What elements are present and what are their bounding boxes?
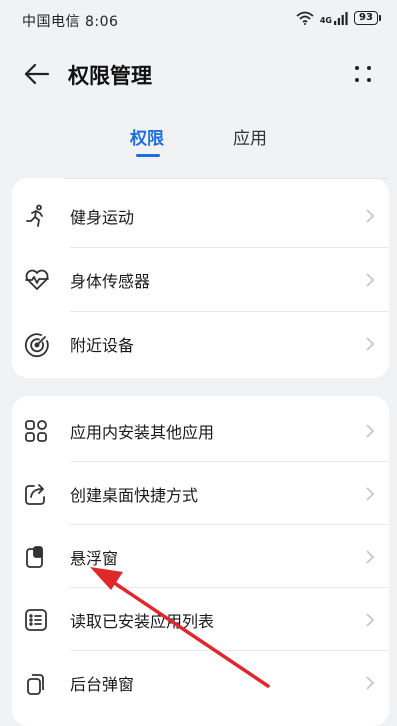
- chevron-right-icon: [365, 612, 375, 628]
- running-person-icon: [24, 204, 48, 228]
- permission-label: 身体传感器: [70, 272, 151, 291]
- permission-item-floating-window[interactable]: 悬浮窗: [12, 525, 389, 588]
- page-title: 权限管理: [68, 64, 152, 88]
- divider: [64, 178, 389, 179]
- app-grid-icon: [24, 419, 48, 443]
- more-options-icon[interactable]: [351, 62, 375, 86]
- wifi-icon: [296, 11, 314, 25]
- permission-label: 创建桌面快捷方式: [70, 486, 199, 505]
- back-arrow-icon[interactable]: [22, 60, 52, 90]
- permission-group-2: 应用内安装其他应用 创建桌面快捷方式 悬浮窗 读取已安装应用列表 后台弹窗: [12, 396, 389, 726]
- carrier-time: 中国电信 8:06: [22, 14, 119, 30]
- permission-item-body-sensors[interactable]: 身体传感器: [12, 248, 389, 311]
- floating-window-icon: [24, 545, 48, 569]
- chevron-right-icon: [365, 336, 375, 352]
- permission-label: 读取已安装应用列表: [70, 612, 215, 631]
- radar-target-icon: [24, 332, 49, 358]
- heart-pulse-icon: [24, 268, 49, 292]
- permission-label: 悬浮窗: [70, 549, 119, 568]
- permission-label: 健身运动: [70, 208, 135, 227]
- permission-item-install-other-apps[interactable]: 应用内安装其他应用: [12, 399, 389, 462]
- battery-icon: 93: [354, 11, 381, 25]
- permission-item-read-installed-apps[interactable]: 读取已安装应用列表: [12, 588, 389, 651]
- permission-item-create-shortcut[interactable]: 创建桌面快捷方式: [12, 462, 389, 525]
- chevron-right-icon: [365, 272, 375, 288]
- network-type: 4G: [319, 15, 332, 25]
- active-tab-indicator: [136, 154, 160, 157]
- chevron-right-icon: [365, 423, 375, 439]
- chevron-right-icon: [365, 675, 375, 691]
- chevron-right-icon: [365, 208, 375, 224]
- battery-level: 93: [354, 11, 378, 25]
- background-popup-icon: [24, 671, 48, 695]
- tab-bar: 权限 应用: [0, 118, 397, 158]
- list-icon: [24, 608, 48, 632]
- permission-label: 后台弹窗: [70, 675, 135, 694]
- permission-item-background-popup[interactable]: 后台弹窗: [12, 651, 389, 714]
- tab-apps[interactable]: 应用: [233, 124, 267, 149]
- chevron-right-icon: [365, 549, 375, 565]
- cellular-signal-icon: 4G: [319, 11, 348, 25]
- permission-item-fitness[interactable]: 健身运动: [12, 184, 389, 247]
- title-bar: 权限管理: [0, 50, 397, 98]
- share-shortcut-icon: [24, 482, 48, 506]
- status-bar: 中国电信 8:06 4G 93: [0, 0, 397, 40]
- permission-group-1: 健身运动 身体传感器 附近设备: [12, 178, 389, 378]
- permission-label: 附近设备: [70, 336, 135, 355]
- status-icons: 4G 93: [296, 11, 381, 25]
- tab-permissions[interactable]: 权限: [130, 124, 164, 149]
- permission-label: 应用内安装其他应用: [70, 423, 215, 442]
- permission-item-nearby-devices[interactable]: 附近设备: [12, 312, 389, 375]
- chevron-right-icon: [365, 486, 375, 502]
